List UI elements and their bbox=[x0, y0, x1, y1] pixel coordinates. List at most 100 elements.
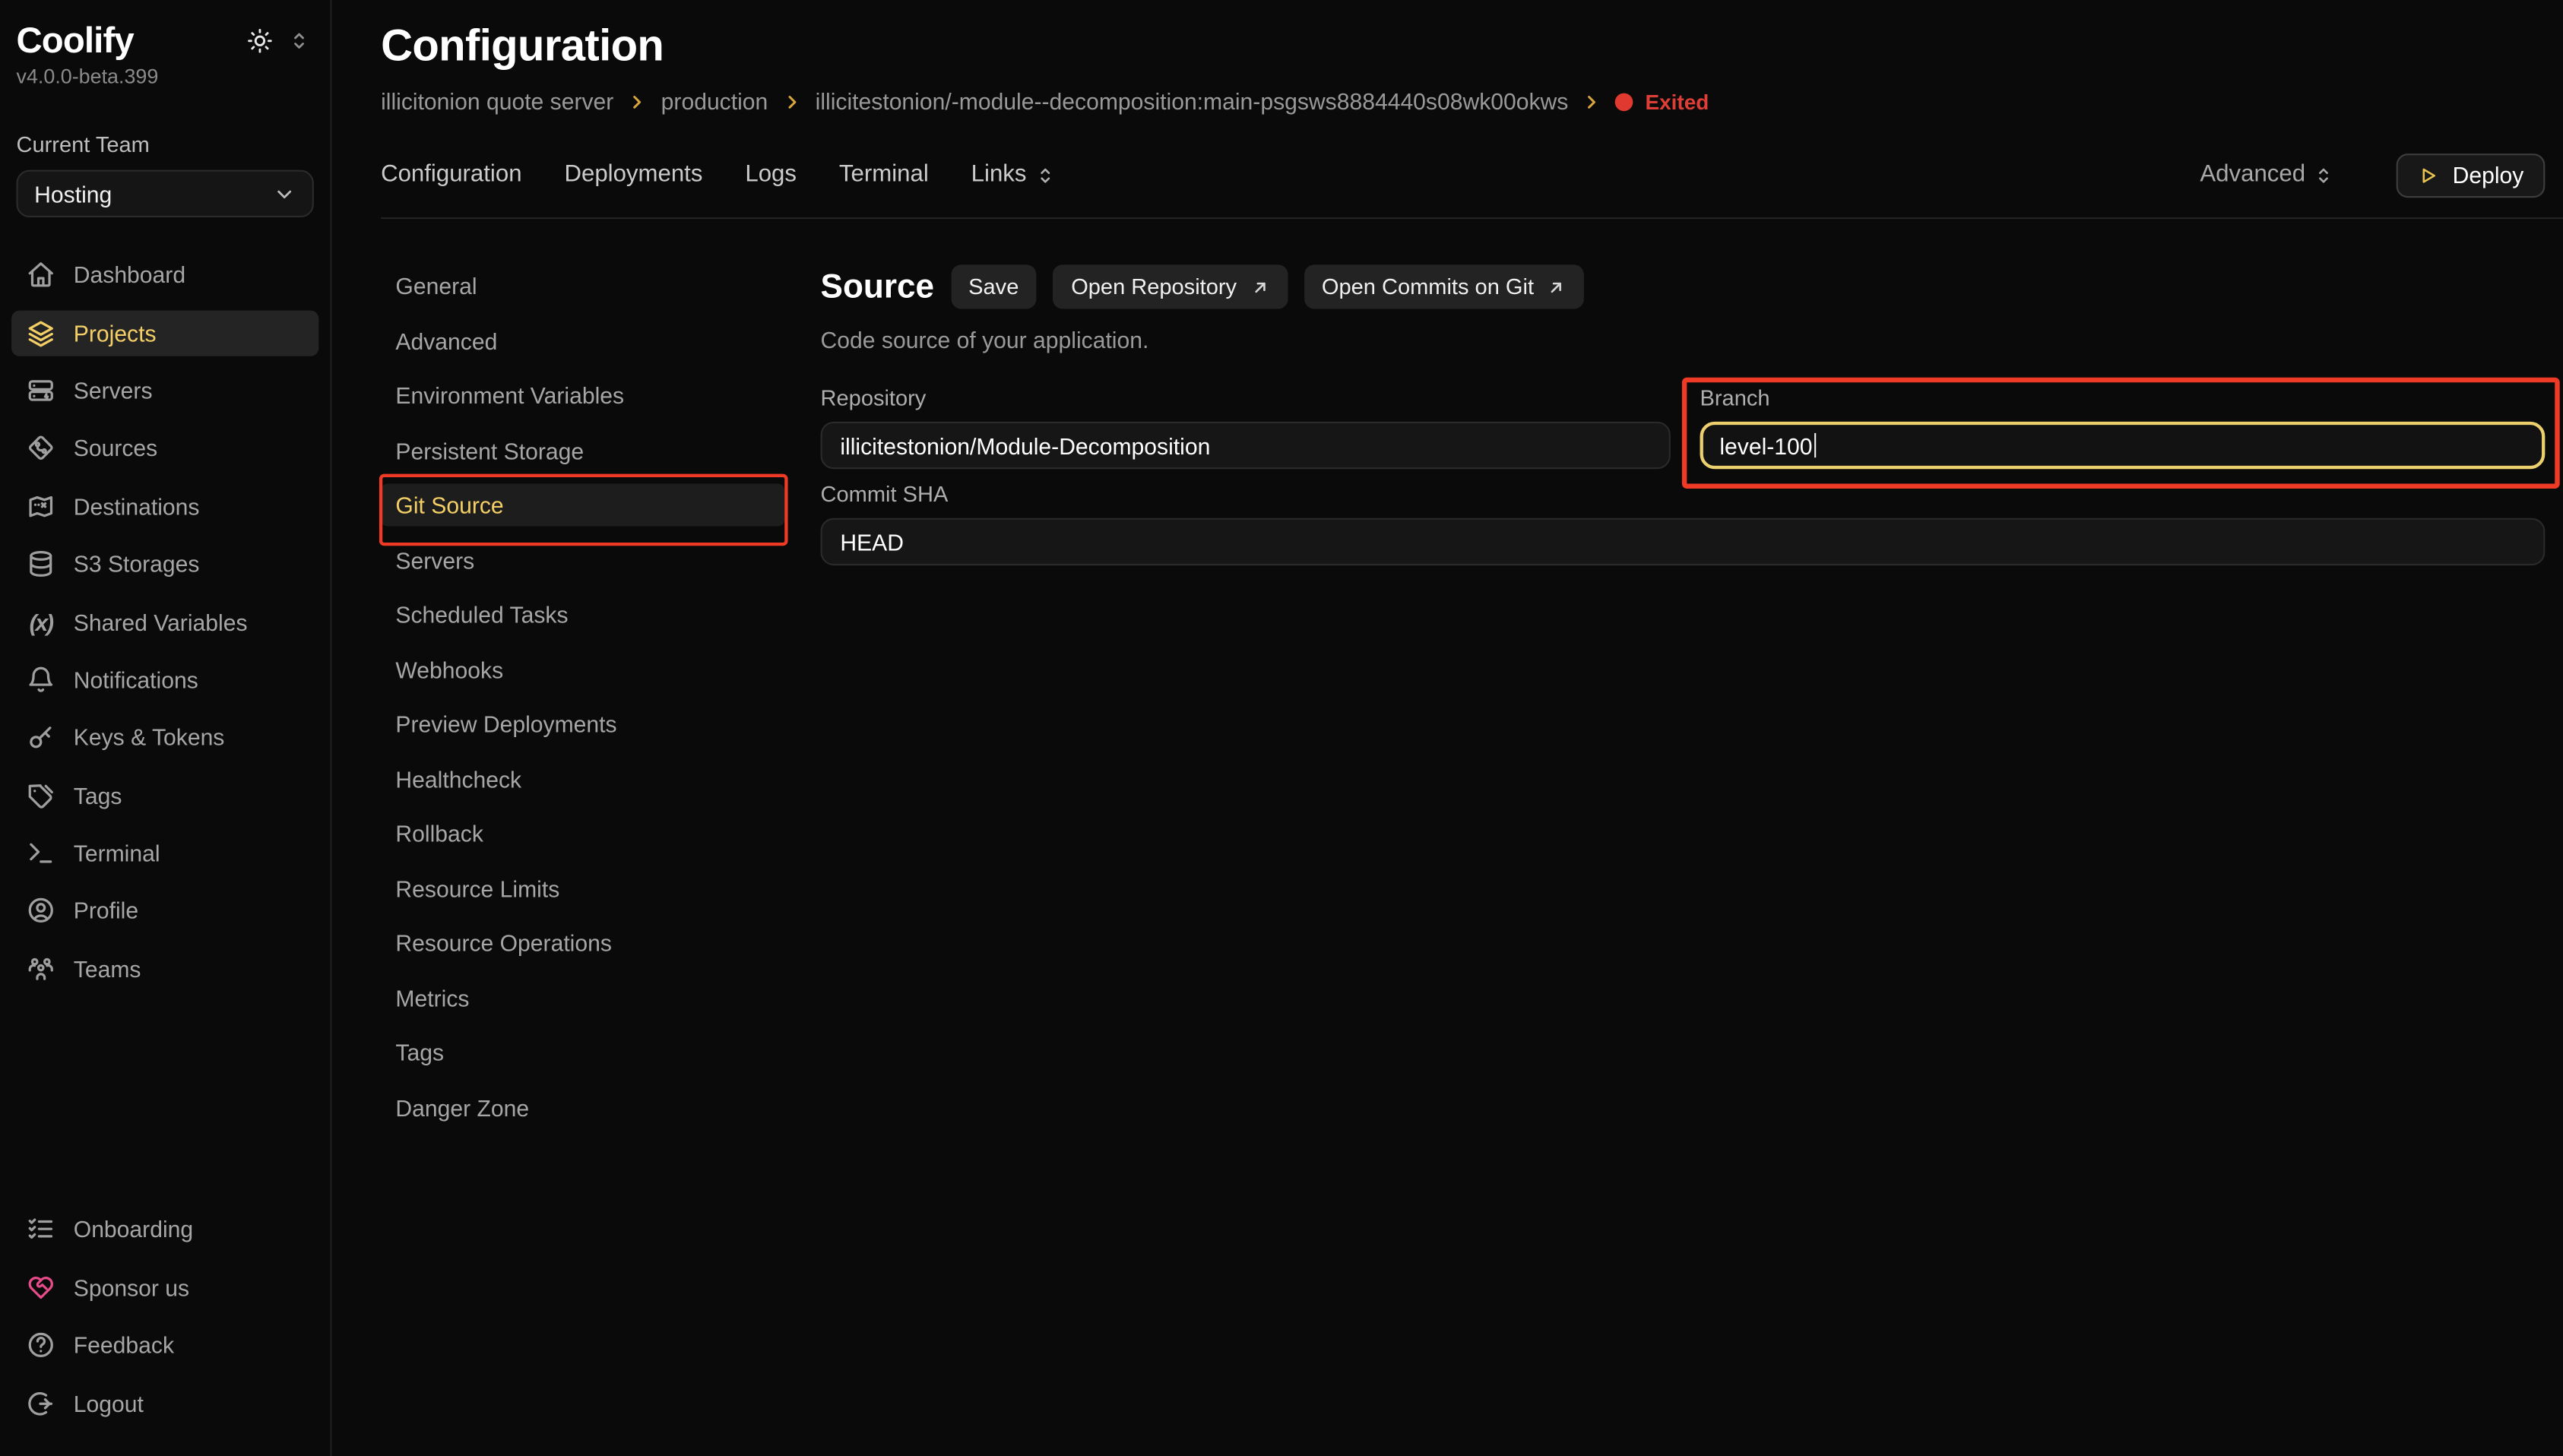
open-commits-button[interactable]: Open Commits on Git bbox=[1304, 264, 1584, 309]
subnav-item-tags[interactable]: Tags bbox=[381, 1031, 784, 1074]
terminal-icon bbox=[26, 838, 55, 868]
config-subnav: General Advanced Environment Variables P… bbox=[381, 264, 784, 1456]
subnav-item-advanced[interactable]: Advanced bbox=[381, 319, 784, 362]
subnav-item-resource-limits[interactable]: Resource Limits bbox=[381, 867, 784, 910]
sidebar-item-teams[interactable]: Teams bbox=[11, 946, 318, 992]
sidebar-item-dashboard[interactable]: Dashboard bbox=[11, 252, 318, 298]
team-select-value: Hosting bbox=[34, 181, 112, 207]
sidebar-item-servers[interactable]: Servers bbox=[11, 368, 318, 413]
main-area: Configuration illicitonion quote server … bbox=[332, 0, 2563, 1456]
sidebar-item-label: Shared Variables bbox=[74, 609, 248, 635]
tab-configuration[interactable]: Configuration bbox=[381, 162, 521, 188]
sidebar-item-s3-storages[interactable]: S3 Storages bbox=[11, 541, 318, 587]
sidebar-item-label: Teams bbox=[74, 956, 141, 982]
branch-field-group: Branch level-100 bbox=[1700, 386, 2546, 470]
breadcrumb: illicitonion quote server production ill… bbox=[381, 88, 2545, 114]
theme-toggle-sun-icon[interactable] bbox=[247, 28, 273, 54]
tab-logs[interactable]: Logs bbox=[745, 162, 797, 188]
breadcrumb-application[interactable]: illicitestonion/-module--decomposition:m… bbox=[816, 88, 1569, 114]
status-dot-icon bbox=[1616, 93, 1634, 111]
repository-input[interactable]: illicitestonion/Module-Decomposition bbox=[821, 422, 1671, 469]
tabs-divider bbox=[381, 217, 2563, 219]
layers-icon bbox=[26, 318, 55, 347]
subnav-item-servers[interactable]: Servers bbox=[381, 539, 784, 581]
tab-terminal[interactable]: Terminal bbox=[839, 162, 929, 188]
coolify-app: Coolify v4.0.0-beta.399 Current Team Hos… bbox=[0, 0, 2563, 1456]
sidebar-item-tags[interactable]: Tags bbox=[11, 773, 318, 818]
heart-handshake-icon bbox=[26, 1273, 55, 1302]
subnav-item-healthcheck[interactable]: Healthcheck bbox=[381, 758, 784, 800]
commit-sha-label: Commit SHA bbox=[821, 482, 2546, 508]
sidebar-item-label: Terminal bbox=[74, 840, 160, 866]
sidebar-item-shared-variables[interactable]: (x) Shared Variables bbox=[11, 599, 318, 644]
sidebar-item-label: Feedback bbox=[74, 1332, 174, 1358]
sidebar-item-onboarding[interactable]: Onboarding bbox=[11, 1207, 318, 1252]
text-caret bbox=[1814, 433, 1817, 457]
page-title: Configuration bbox=[381, 21, 2545, 72]
map-icon bbox=[26, 492, 55, 521]
sidebar-item-label: Keys & Tokens bbox=[74, 724, 225, 750]
sidebar: Coolify v4.0.0-beta.399 Current Team Hos… bbox=[0, 0, 332, 1456]
section-description: Code source of your application. bbox=[821, 327, 2546, 353]
subnav-item-environment-variables[interactable]: Environment Variables bbox=[381, 374, 784, 416]
users-icon bbox=[26, 954, 55, 984]
tab-links-dropdown[interactable]: Links bbox=[971, 162, 1057, 188]
breadcrumb-project[interactable]: illicitonion quote server bbox=[381, 88, 613, 114]
app-version: v4.0.0-beta.399 bbox=[0, 65, 330, 88]
open-repository-button[interactable]: Open Repository bbox=[1053, 264, 1288, 309]
subnav-item-scheduled-tasks[interactable]: Scheduled Tasks bbox=[381, 593, 784, 636]
sidebar-collapse-icon[interactable] bbox=[287, 30, 310, 52]
sidebar-item-sources[interactable]: Sources bbox=[11, 426, 318, 471]
sidebar-item-label: Sources bbox=[74, 435, 157, 461]
user-circle-icon bbox=[26, 897, 55, 926]
sidebar-item-projects[interactable]: Projects bbox=[11, 310, 318, 356]
sidebar-item-label: Profile bbox=[74, 898, 138, 924]
sidebar-item-terminal[interactable]: Terminal bbox=[11, 831, 318, 876]
breadcrumb-environment[interactable]: production bbox=[661, 88, 768, 114]
advanced-dropdown[interactable]: Advanced bbox=[2200, 162, 2334, 188]
sidebar-item-label: Servers bbox=[74, 378, 153, 404]
chevrons-up-down-icon bbox=[2314, 164, 2335, 185]
sidebar-item-label: Dashboard bbox=[74, 261, 185, 287]
sidebar-item-profile[interactable]: Profile bbox=[11, 888, 318, 934]
bell-icon bbox=[26, 665, 55, 695]
database-icon bbox=[26, 549, 55, 579]
brand-logo: Coolify bbox=[17, 21, 134, 61]
sidebar-item-destinations[interactable]: Destinations bbox=[11, 483, 318, 529]
chevron-right-icon bbox=[783, 93, 801, 111]
logout-icon bbox=[26, 1388, 55, 1418]
subnav-item-git-source[interactable]: Git Source bbox=[381, 484, 784, 527]
server-icon bbox=[26, 376, 55, 406]
subnav-item-general[interactable]: General bbox=[381, 264, 784, 307]
home-icon bbox=[26, 260, 55, 290]
subnav-item-rollback[interactable]: Rollback bbox=[381, 812, 784, 855]
repository-label: Repository bbox=[821, 386, 1671, 412]
save-button[interactable]: Save bbox=[951, 264, 1038, 309]
sidebar-item-sponsor-us[interactable]: Sponsor us bbox=[11, 1265, 318, 1310]
subnav-item-preview-deployments[interactable]: Preview Deployments bbox=[381, 703, 784, 745]
tabs-row: Configuration Deployments Logs Terminal … bbox=[381, 152, 2545, 198]
sidebar-item-label: Destinations bbox=[74, 493, 200, 519]
tags-icon bbox=[26, 780, 55, 810]
subnav-item-metrics[interactable]: Metrics bbox=[381, 976, 784, 1019]
sidebar-item-label: Projects bbox=[74, 320, 157, 346]
chevron-right-icon bbox=[629, 93, 647, 111]
sidebar-item-logout[interactable]: Logout bbox=[11, 1380, 318, 1426]
sidebar-item-keys-tokens[interactable]: Keys & Tokens bbox=[11, 714, 318, 760]
deploy-button[interactable]: Deploy bbox=[2397, 153, 2546, 197]
tab-deployments[interactable]: Deployments bbox=[564, 162, 702, 188]
subnav-item-resource-operations[interactable]: Resource Operations bbox=[381, 922, 784, 964]
subnav-item-webhooks[interactable]: Webhooks bbox=[381, 648, 784, 691]
sidebar-footer-nav: Onboarding Sponsor us Feedback Logout bbox=[0, 1207, 330, 1438]
sidebar-item-feedback[interactable]: Feedback bbox=[11, 1322, 318, 1368]
branch-label: Branch bbox=[1700, 386, 2546, 412]
sidebar-item-label: S3 Storages bbox=[74, 551, 200, 577]
team-select[interactable]: Hosting bbox=[17, 170, 314, 217]
sidebar-item-label: Logout bbox=[74, 1390, 144, 1416]
subnav-item-danger-zone[interactable]: Danger Zone bbox=[381, 1086, 784, 1128]
branch-input[interactable]: level-100 bbox=[1700, 422, 2546, 469]
subnav-item-persistent-storage[interactable]: Persistent Storage bbox=[381, 429, 784, 472]
sidebar-item-notifications[interactable]: Notifications bbox=[11, 657, 318, 702]
help-circle-icon bbox=[26, 1331, 55, 1360]
commit-sha-input[interactable]: HEAD bbox=[821, 518, 2546, 565]
